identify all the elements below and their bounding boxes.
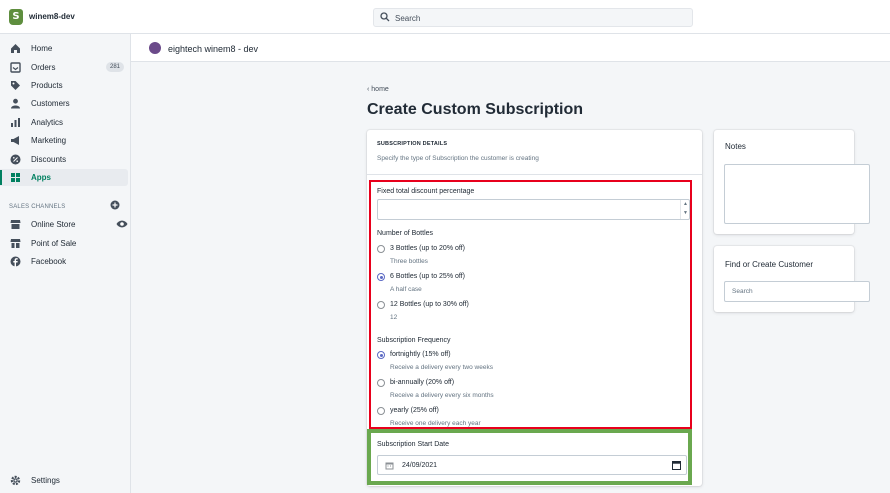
frequency-biannually-label[interactable]: bi-annually (20% off)	[390, 379, 454, 386]
discount-icon	[10, 154, 21, 165]
shopify-logo-icon[interactable]: S	[9, 9, 23, 25]
bottles-6-help: A half case	[390, 286, 422, 293]
bottles-3-radio[interactable]	[377, 245, 385, 253]
frequency-yearly-radio[interactable]	[377, 407, 385, 415]
start-date-input[interactable]: 24/09/2021	[377, 455, 687, 475]
bottles-12-label[interactable]: 12 Bottles (up to 30% off)	[390, 301, 469, 308]
sales-channels-heading: SALES CHANNELS	[9, 204, 66, 210]
facebook-icon	[10, 256, 21, 267]
search-icon	[380, 12, 390, 22]
page-title: Create Custom Subscription	[367, 101, 584, 118]
gear-icon	[10, 475, 21, 486]
search-placeholder: Search	[395, 14, 421, 23]
sidebar-item-facebook[interactable]: Facebook	[0, 253, 128, 270]
calendar-picker-icon[interactable]	[672, 461, 681, 470]
bottles-3-help: Three bottles	[390, 258, 428, 265]
sidebar-item-home[interactable]: Home	[0, 40, 128, 57]
back-link[interactable]: ‹ home	[367, 86, 389, 93]
global-search-bar[interactable]: Search	[373, 8, 693, 27]
customer-title: Find or Create Customer	[725, 260, 814, 269]
stepper-up-icon[interactable]: ▲	[683, 201, 688, 207]
notes-title: Notes	[725, 142, 746, 151]
frequency-biannually-radio[interactable]	[377, 379, 385, 387]
bottles-12-radio[interactable]	[377, 301, 385, 309]
sidebar-item-apps[interactable]: Apps	[0, 169, 128, 186]
apps-icon	[11, 173, 20, 182]
bottles-6-radio[interactable]	[377, 273, 385, 281]
start-date-label: Subscription Start Date	[377, 441, 449, 448]
eye-icon[interactable]	[116, 219, 128, 229]
app-logo-icon	[149, 42, 161, 54]
frequency-yearly-help: Receive one delivery each year	[390, 420, 481, 427]
start-date-value: 24/09/2021	[402, 462, 438, 469]
subscription-details-heading: SUBSCRIPTION DETAILS	[377, 141, 448, 147]
stepper-down-icon[interactable]: ▼	[683, 210, 688, 216]
megaphone-icon	[11, 136, 19, 145]
frequency-fortnightly-label[interactable]: fortnightly (15% off)	[390, 351, 451, 358]
sidebar-item-online-store[interactable]: Online Store	[0, 216, 128, 233]
discount-label: Fixed total discount percentage	[377, 188, 475, 195]
customer-card: Find or Create Customer	[714, 246, 870, 312]
bottles-3-label[interactable]: 3 Bottles (up to 20% off)	[390, 245, 465, 252]
add-channel-icon[interactable]	[110, 200, 120, 210]
discount-percentage-input[interactable]: ▲ ▼	[377, 199, 690, 220]
bottles-12-help: 12	[390, 314, 398, 321]
store-icon	[10, 220, 21, 229]
sidebar-item-products[interactable]: Products	[0, 77, 128, 94]
customer-search-input[interactable]	[724, 281, 870, 302]
orders-icon	[10, 62, 21, 73]
frequency-biannually-help: Receive a delivery every six months	[390, 392, 494, 399]
sidebar: Home Orders 281 Products Customers Analy…	[0, 34, 131, 493]
sidebar-item-analytics[interactable]: Analytics	[0, 114, 128, 131]
sidebar-item-settings[interactable]: Settings	[0, 472, 128, 489]
sidebar-item-customers[interactable]: Customers	[0, 95, 128, 112]
number-stepper[interactable]: ▲ ▼	[680, 200, 689, 219]
bottles-label: Number of Bottles	[377, 230, 434, 237]
sidebar-item-point-of-sale[interactable]: Point of Sale	[0, 235, 128, 252]
tag-icon	[11, 81, 20, 90]
frequency-yearly-label[interactable]: yearly (25% off)	[390, 407, 439, 414]
sidebar-item-marketing[interactable]: Marketing	[0, 132, 128, 149]
orders-count-badge: 281	[105, 62, 124, 72]
frequency-fortnightly-radio[interactable]	[377, 351, 385, 359]
bar-chart-icon	[11, 118, 20, 127]
bottles-6-label[interactable]: 6 Bottles (up to 25% off)	[390, 273, 465, 280]
home-icon	[11, 44, 20, 53]
top-bar: S winem8-dev Search	[0, 0, 890, 34]
frequency-label: Subscription Frequency	[377, 337, 451, 344]
calendar-icon	[385, 462, 394, 470]
person-icon	[11, 98, 20, 109]
sidebar-item-orders[interactable]: Orders 281	[0, 59, 128, 76]
frequency-fortnightly-help: Receive a delivery every two weeks	[390, 364, 493, 371]
store-name[interactable]: winem8-dev	[29, 12, 75, 21]
notes-card: Notes	[714, 130, 870, 234]
sidebar-item-discounts[interactable]: Discounts	[0, 151, 128, 168]
divider	[367, 174, 702, 175]
app-title: eightech winem8 - dev	[168, 44, 259, 54]
notes-textarea[interactable]	[724, 164, 870, 224]
subscription-details-subtext: Specify the type of Subscription the cus…	[377, 155, 539, 162]
app-header: eightech winem8 - dev	[131, 34, 890, 62]
pos-icon	[10, 239, 21, 248]
